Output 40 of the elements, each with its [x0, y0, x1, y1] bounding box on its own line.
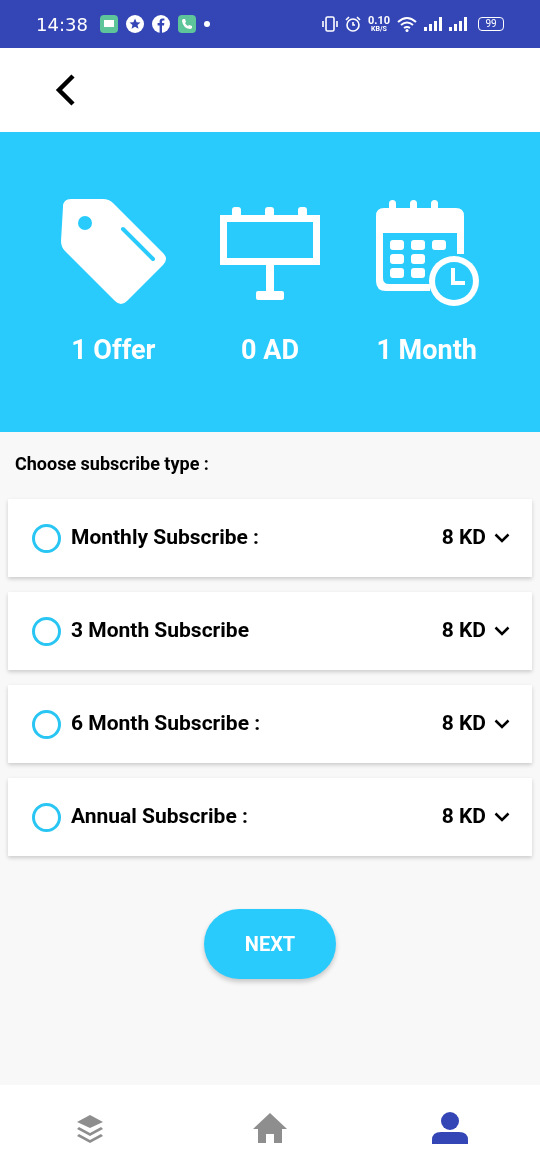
option-title: 6 Month Subscribe :: [71, 710, 261, 738]
wifi-icon: [397, 16, 417, 32]
stat-label: 0 AD: [241, 333, 299, 368]
stat-label: 1 Offer: [71, 333, 156, 368]
option-title: 3 Month Subscribe: [71, 617, 249, 645]
vibrate-icon: [321, 16, 338, 32]
network-speed: 0.10: [367, 15, 390, 26]
option-title: Annual Subscribe :: [71, 803, 248, 831]
star-app-icon: [125, 15, 144, 33]
option-title: Monthly Subscribe :: [71, 524, 259, 552]
signal-icon: [449, 17, 467, 31]
status-time: 14:38: [36, 12, 88, 37]
subscription-option[interactable]: 3 Month Subscribe 8 KD: [8, 592, 532, 670]
option-price: 8 KD: [441, 710, 486, 738]
radio-button[interactable]: [32, 523, 61, 553]
layers-icon[interactable]: [75, 1112, 105, 1143]
chevron-down-icon[interactable]: [494, 533, 510, 543]
message-app-icon: [99, 15, 118, 33]
dot-icon: [203, 21, 210, 27]
option-price: 8 KD: [441, 524, 486, 552]
section-heading: Choose subscribe type :: [15, 452, 210, 476]
option-price: 8 KD: [441, 803, 486, 831]
chevron-down-icon[interactable]: [494, 812, 510, 822]
profile-icon[interactable]: [432, 1111, 468, 1144]
radio-button[interactable]: [32, 709, 61, 739]
chevron-down-icon[interactable]: [494, 719, 510, 729]
phone-app-icon: [177, 15, 196, 33]
stat-label: 1 Month: [376, 333, 477, 368]
home-icon[interactable]: [252, 1111, 288, 1144]
subscription-option[interactable]: Annual Subscribe : 8 KD: [8, 778, 532, 856]
radio-button[interactable]: [32, 802, 61, 832]
option-price: 8 KD: [441, 617, 486, 645]
signal-icon: [424, 17, 442, 31]
alarm-icon: [344, 16, 361, 32]
radio-button[interactable]: [32, 616, 61, 646]
subscription-option[interactable]: Monthly Subscribe : 8 KD: [8, 499, 532, 577]
facebook-icon: [151, 15, 170, 33]
chevron-down-icon[interactable]: [494, 626, 510, 636]
battery-indicator: 99: [478, 17, 504, 31]
subscription-option[interactable]: 6 Month Subscribe : 8 KD: [8, 685, 532, 763]
